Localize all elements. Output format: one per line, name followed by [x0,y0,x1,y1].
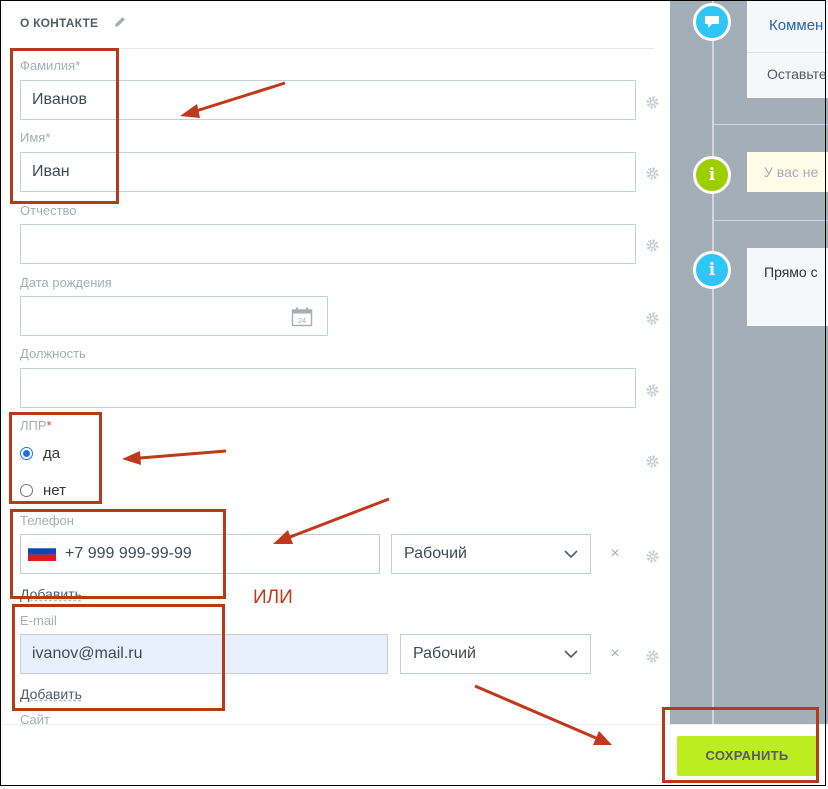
position-input[interactable] [20,368,636,408]
annotation-box-email [12,604,225,711]
gear-icon[interactable] [645,95,660,110]
annotation-or-text: ИЛИ [253,587,293,608]
annotation-box-phone [10,509,226,599]
notice-card: У вас не [747,152,828,192]
calendar-icon[interactable]: 24 [291,307,313,327]
chevron-down-icon [564,550,578,559]
notice-text: У вас не [764,164,819,180]
timeline-separator [712,220,828,221]
annotation-box-lpr [9,412,102,504]
tab-comment[interactable]: Коммен [769,17,823,34]
section-title: О КОНТАКТЕ [20,16,99,30]
comment-placeholder[interactable]: Оставьте [767,66,827,82]
timeline-separator [712,124,828,125]
annotation-box-name [10,48,119,204]
email-type-select[interactable]: Рабочий [400,634,591,674]
gear-icon[interactable] [645,166,660,181]
info-text: Прямо с [764,264,818,280]
gear-icon[interactable] [645,549,660,564]
birth-date-label: Дата рождения [20,275,112,290]
gear-icon[interactable] [645,649,660,664]
middle-name-label: Отчество [20,203,77,218]
birth-date-input[interactable]: 24 [20,296,328,336]
info-icon: i [693,156,731,194]
info-icon: i [693,251,731,289]
chevron-down-icon [564,650,578,659]
gear-icon[interactable] [645,311,660,326]
pencil-icon[interactable] [112,14,128,30]
gear-icon[interactable] [645,383,660,398]
position-label: Должность [20,346,86,361]
middle-name-input[interactable] [20,224,636,264]
annotation-box-save [662,707,819,783]
calendar-day: 24 [298,316,306,325]
info-card: Прямо с [747,248,828,326]
remove-email-button[interactable]: × [609,646,621,662]
gear-icon[interactable] [645,238,660,253]
phone-type-select[interactable]: Рабочий [391,534,591,574]
timeline-line [712,0,714,724]
comment-card[interactable]: Коммен Оставьте [747,0,828,98]
comment-icon [693,3,731,41]
remove-phone-button[interactable]: × [609,546,621,562]
timeline-panel: Коммен Оставьте У вас не i Прямо с i [670,0,828,724]
card-divider [747,52,828,53]
gear-icon[interactable] [645,454,660,469]
